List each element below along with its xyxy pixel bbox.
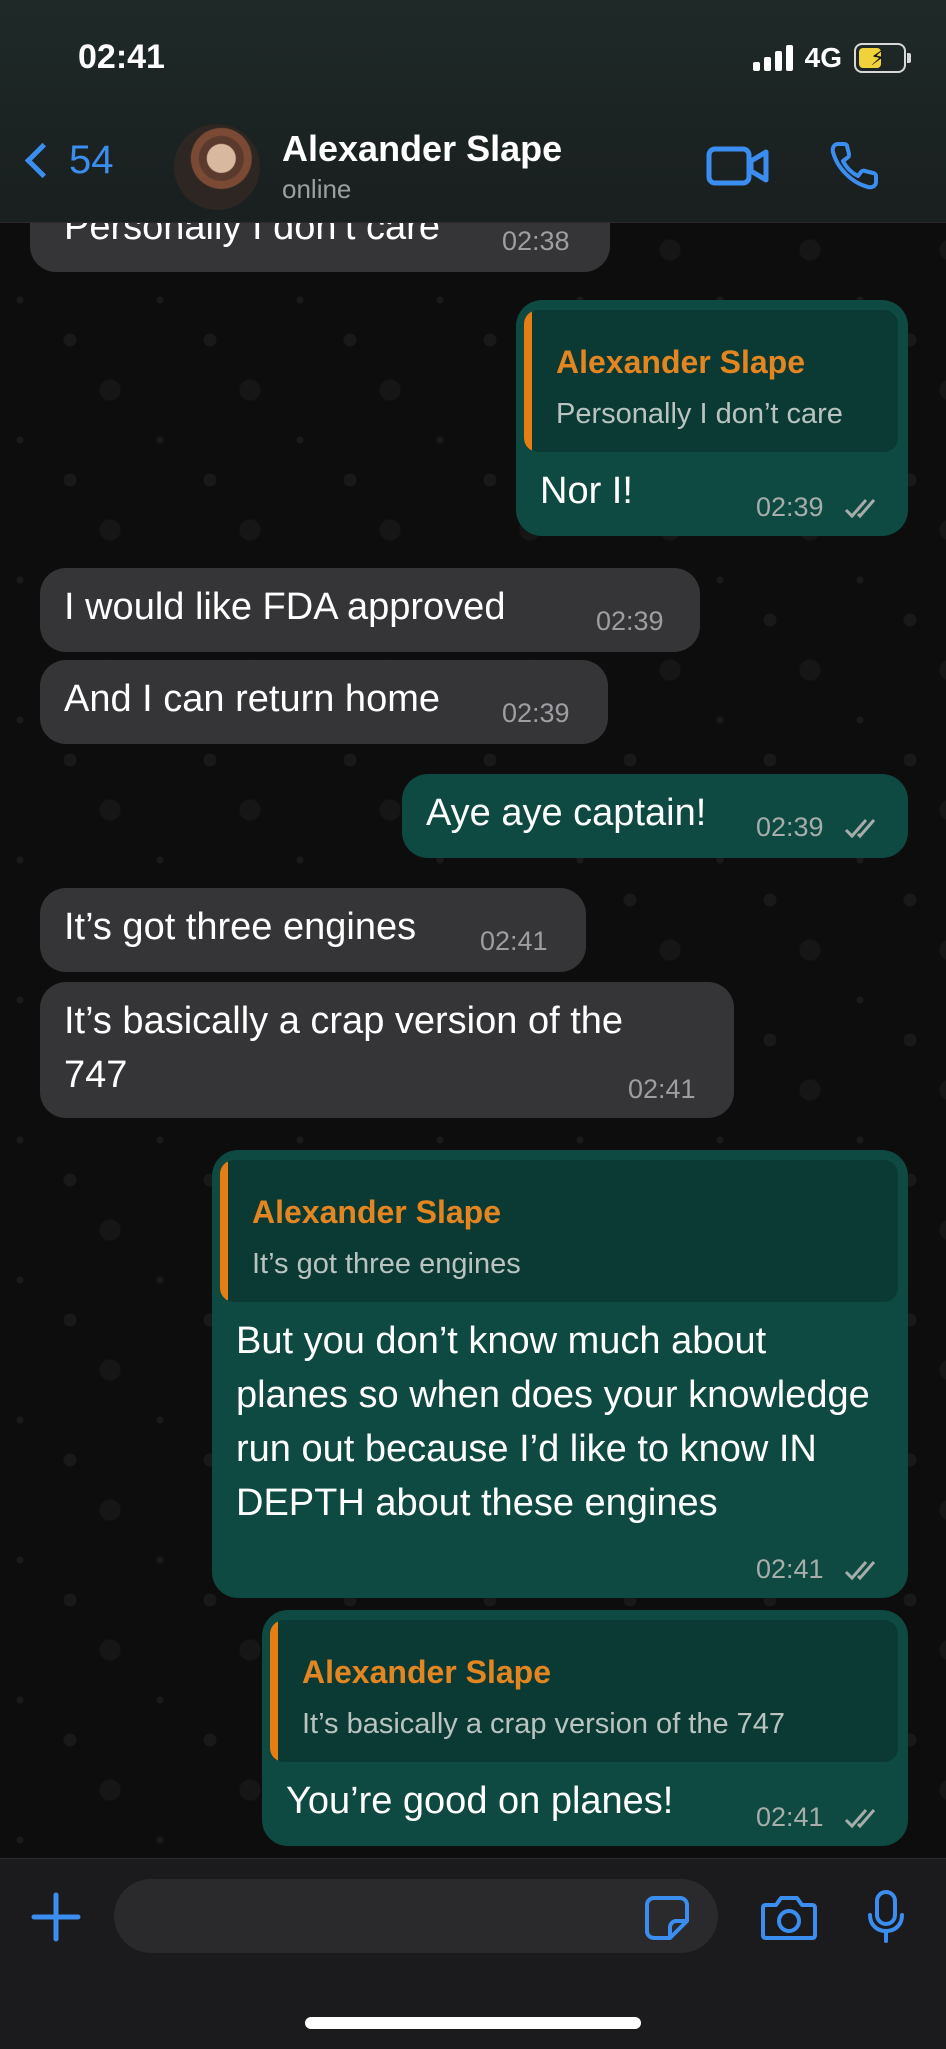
phone-call-icon[interactable] bbox=[828, 140, 880, 197]
message-outgoing[interactable]: Alexander Slape It’s got three engines B… bbox=[212, 1150, 908, 1598]
battery-charging-icon: ⚡ bbox=[854, 43, 911, 73]
message-text: Aye aye captain! bbox=[426, 792, 707, 834]
message-time: 02:41 bbox=[480, 926, 548, 956]
quote-sender: Alexander Slape bbox=[556, 344, 805, 380]
message-time: 02:38 bbox=[502, 226, 570, 256]
microphone-icon[interactable] bbox=[866, 1889, 906, 1950]
message-text: You’re good on planes! bbox=[286, 1780, 674, 1822]
message-text: Nor I! bbox=[540, 470, 633, 512]
message-time: 02:39 bbox=[502, 698, 570, 728]
quoted-message[interactable]: Alexander Slape It’s got three engines bbox=[220, 1160, 898, 1302]
quote-text: Personally I don’t care bbox=[556, 398, 843, 430]
status-time: 02:41 bbox=[78, 38, 165, 76]
message-input[interactable] bbox=[114, 1879, 718, 1953]
message-text: And I can return home bbox=[64, 678, 440, 720]
signal-icon bbox=[752, 45, 793, 71]
read-receipt-icon bbox=[844, 499, 876, 519]
message-incoming[interactable]: It’s got three engines 02:41 bbox=[40, 888, 586, 972]
quote-sender: Alexander Slape bbox=[302, 1654, 551, 1690]
contact-name[interactable]: Alexander Slape bbox=[282, 128, 562, 170]
camera-icon[interactable] bbox=[760, 1893, 818, 1946]
quoted-message[interactable]: Alexander Slape Personally I don’t care bbox=[524, 310, 898, 452]
chevron-left-icon bbox=[24, 142, 61, 179]
message-outgoing[interactable]: Alexander Slape It’s basically a crap ve… bbox=[262, 1610, 908, 1846]
quoted-message[interactable]: Alexander Slape It’s basically a crap ve… bbox=[270, 1620, 898, 1762]
quote-accent-bar bbox=[270, 1620, 278, 1762]
message-outgoing[interactable]: Alexander Slape Personally I don’t care … bbox=[516, 300, 908, 536]
home-indicator bbox=[305, 2017, 641, 2029]
contact-avatar[interactable] bbox=[174, 124, 260, 210]
chat-header: 02:41 4G ⚡ 54 Alexander Slape online bbox=[0, 0, 946, 223]
message-text: I would like FDA approved bbox=[64, 586, 506, 628]
message-incoming[interactable]: I would like FDA approved 02:39 bbox=[40, 568, 700, 652]
message-text: It’s got three engines bbox=[64, 906, 417, 948]
network-label: 4G bbox=[804, 42, 842, 73]
read-receipt-icon bbox=[844, 1809, 876, 1829]
message-text: It’s basically a crap version of the 747 bbox=[64, 1000, 624, 1096]
composer-bar bbox=[0, 1858, 946, 2049]
quote-text: It’s basically a crap version of the 747 bbox=[302, 1708, 786, 1740]
quote-text: It’s got three engines bbox=[252, 1248, 521, 1280]
message-time: 02:39 bbox=[596, 606, 664, 636]
video-call-icon[interactable] bbox=[706, 144, 770, 193]
quote-accent-bar bbox=[220, 1160, 228, 1302]
message-outgoing[interactable]: Aye aye captain! 02:39 bbox=[402, 774, 908, 858]
message-time: 02:39 bbox=[756, 812, 824, 842]
read-receipt-icon bbox=[844, 819, 876, 839]
sticker-icon[interactable] bbox=[644, 1895, 690, 1946]
quote-accent-bar bbox=[524, 310, 532, 452]
message-time: 02:41 bbox=[756, 1802, 824, 1832]
message-time: 02:41 bbox=[756, 1554, 824, 1584]
unread-count: 54 bbox=[69, 138, 114, 182]
message-text: But you don’t know much about planes so … bbox=[236, 1320, 870, 1524]
message-incoming[interactable]: It’s basically a crap version of the 747… bbox=[40, 982, 734, 1118]
back-button[interactable]: 54 bbox=[20, 138, 114, 183]
message-incoming[interactable]: And I can return home 02:39 bbox=[40, 660, 608, 744]
quote-sender: Alexander Slape bbox=[252, 1194, 501, 1230]
attach-plus-icon[interactable] bbox=[30, 1891, 82, 1948]
message-time: 02:39 bbox=[756, 492, 824, 522]
message-time: 02:41 bbox=[628, 1074, 696, 1104]
read-receipt-icon bbox=[844, 1561, 876, 1581]
status-indicators: 4G ⚡ bbox=[752, 42, 911, 74]
contact-status: online bbox=[282, 174, 352, 204]
